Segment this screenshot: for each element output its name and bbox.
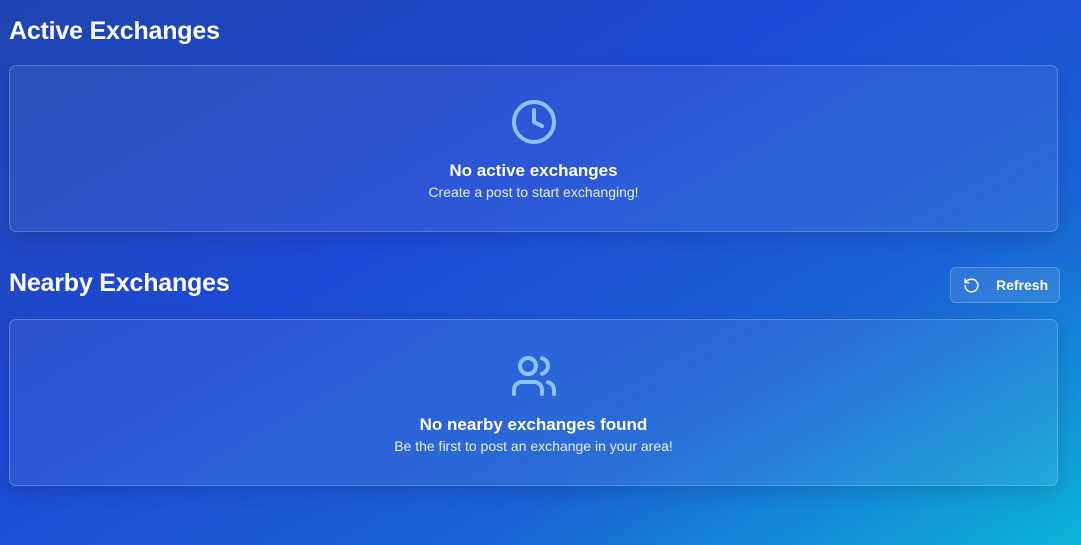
nearby-empty-title: No nearby exchanges found — [419, 415, 648, 434]
nearby-exchanges-empty-card: No nearby exchanges found Be the first t… — [9, 319, 1058, 486]
nearby-exchanges-title: Nearby Exchanges — [9, 269, 230, 297]
users-icon — [510, 352, 558, 400]
active-empty-title: No active exchanges — [449, 161, 618, 180]
refresh-icon — [963, 277, 980, 294]
active-exchanges-title: Active Exchanges — [9, 17, 220, 45]
nearby-empty-subtitle: Be the first to post an exchange in your… — [394, 438, 673, 454]
refresh-button[interactable]: Refresh — [950, 267, 1060, 303]
active-exchanges-empty-card: No active exchanges Create a post to sta… — [9, 65, 1058, 232]
refresh-label: Refresh — [996, 277, 1049, 293]
active-empty-subtitle: Create a post to start exchanging! — [428, 184, 639, 200]
clock-icon — [510, 98, 558, 146]
